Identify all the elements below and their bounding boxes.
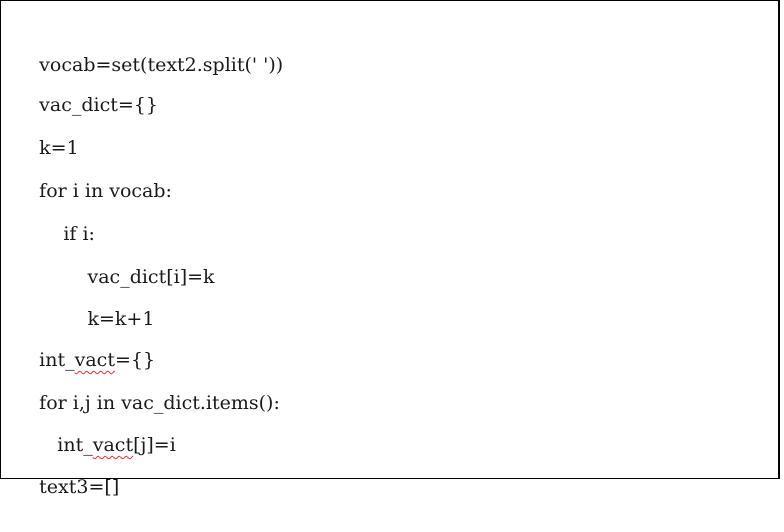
code-line-2: vac_dict={}: [15, 60, 158, 116]
code-text: text3=[]: [39, 476, 120, 498]
code-text: [j]=i: [133, 434, 176, 456]
code-line-7: k=k+1: [15, 274, 154, 330]
code-line-8: int_vact={}: [15, 315, 155, 371]
code-line-9: for i,j in vac_dict.items():: [15, 358, 280, 414]
code-line-10: int_vact[j]=i: [15, 400, 176, 456]
code-line-3: k=1: [15, 103, 79, 159]
code-line-1: vocab=set(text2.split(' ')): [15, 20, 283, 76]
code-line-5: if i:: [15, 189, 95, 245]
code-snippet-box: vocab=set(text2.split(' ')) vac_dict={} …: [0, 0, 780, 498]
code-line-4: for i in vocab:: [15, 146, 172, 202]
code-line-6: vac_dict[i]=k: [15, 232, 214, 288]
code-line-11: text3=[]: [15, 442, 119, 498]
